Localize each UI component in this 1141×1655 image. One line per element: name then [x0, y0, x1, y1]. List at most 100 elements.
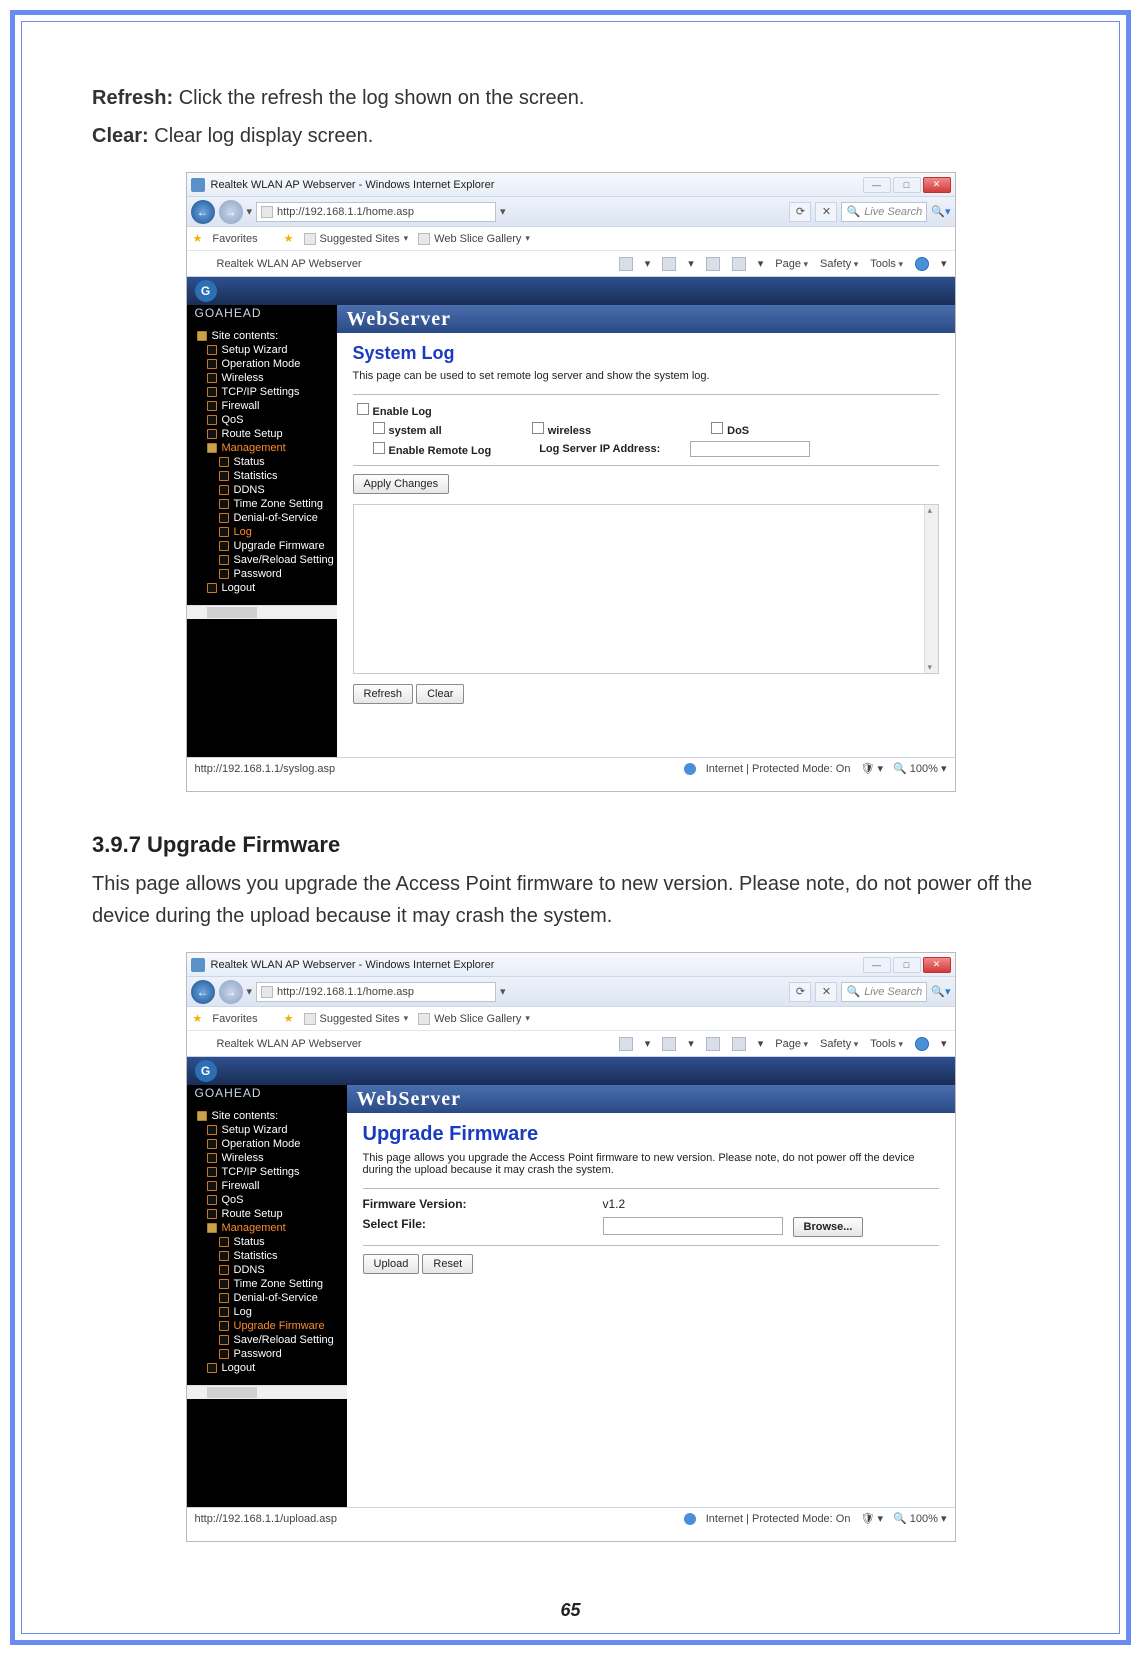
sidebar-item-firewall[interactable]: Firewall: [193, 1179, 347, 1193]
maximize-button[interactable]: □: [893, 177, 921, 193]
sidebar-item-status[interactable]: Status: [193, 455, 337, 469]
nav-dropdown-icon[interactable]: ▾: [247, 985, 253, 998]
sidebar-item-management[interactable]: Management: [193, 441, 337, 455]
zoom-control[interactable]: 🔍 100% ▾: [893, 762, 946, 775]
web-slice-link[interactable]: Web Slice Gallery: [418, 233, 530, 245]
sidebar-item-dos[interactable]: Denial-of-Service: [193, 511, 337, 525]
search-go-icon[interactable]: 🔍▾: [931, 985, 950, 998]
address-bar[interactable]: http://192.168.1.1/home.asp: [256, 202, 496, 222]
feeds-icon[interactable]: [662, 1037, 676, 1051]
sidebar-item-qos[interactable]: QoS: [193, 413, 337, 427]
dos-checkbox[interactable]: [711, 422, 723, 434]
sidebar-item-password[interactable]: Password: [193, 1347, 347, 1361]
system-all-checkbox[interactable]: [373, 422, 385, 434]
sidebar-item-timezone[interactable]: Time Zone Setting: [193, 497, 337, 511]
sidebar-scrollbar[interactable]: [187, 1385, 347, 1399]
addr-dropdown-icon[interactable]: ▾: [500, 205, 506, 218]
reset-button[interactable]: Reset: [422, 1254, 473, 1274]
safety-menu[interactable]: Safety: [820, 258, 858, 270]
clear-button[interactable]: Clear: [416, 684, 464, 704]
sidebar-item-ddns[interactable]: DDNS: [193, 483, 337, 497]
enable-log-checkbox[interactable]: [357, 403, 369, 415]
sidebar-item-save-reload[interactable]: Save/Reload Setting: [193, 553, 337, 567]
apply-changes-button[interactable]: Apply Changes: [353, 474, 450, 494]
home-icon[interactable]: [619, 1037, 633, 1051]
log-server-input[interactable]: [690, 441, 810, 457]
sidebar-item-route-setup[interactable]: Route Setup: [193, 427, 337, 441]
upload-button[interactable]: Upload: [363, 1254, 420, 1274]
sidebar-item-tcpip[interactable]: TCP/IP Settings: [193, 385, 337, 399]
scrollbar[interactable]: [924, 505, 938, 673]
mail-icon[interactable]: [706, 1037, 720, 1051]
sidebar-item-wireless[interactable]: Wireless: [193, 371, 337, 385]
web-slice-link[interactable]: Web Slice Gallery: [418, 1013, 530, 1025]
refresh-icon[interactable]: ⟳: [789, 982, 811, 1002]
search-go-icon[interactable]: 🔍▾: [931, 205, 950, 218]
sidebar-item-wireless[interactable]: Wireless: [193, 1151, 347, 1165]
sidebar-item-password[interactable]: Password: [193, 567, 337, 581]
favorites-label[interactable]: Favorites: [212, 233, 257, 245]
address-bar[interactable]: http://192.168.1.1/home.asp: [256, 982, 496, 1002]
nav-dropdown-icon[interactable]: ▾: [247, 205, 253, 218]
forward-button[interactable]: →: [219, 200, 243, 224]
home-icon[interactable]: [619, 257, 633, 271]
sidebar-item-log[interactable]: Log: [193, 1305, 347, 1319]
sidebar-item-logout[interactable]: Logout: [193, 1361, 347, 1375]
forward-button[interactable]: →: [219, 980, 243, 1004]
sidebar-item-tcpip[interactable]: TCP/IP Settings: [193, 1165, 347, 1179]
stop-icon[interactable]: ✕: [815, 202, 837, 222]
back-button[interactable]: ←: [191, 980, 215, 1004]
page-menu[interactable]: Page: [775, 1038, 808, 1050]
sidebar-item-dos[interactable]: Denial-of-Service: [193, 1291, 347, 1305]
tab-title[interactable]: Realtek WLAN AP Webserver: [217, 258, 362, 270]
print-icon[interactable]: [732, 1037, 746, 1051]
sidebar-item-qos[interactable]: QoS: [193, 1193, 347, 1207]
sidebar-item-route-setup[interactable]: Route Setup: [193, 1207, 347, 1221]
page-menu[interactable]: Page: [775, 258, 808, 270]
sidebar-item-logout[interactable]: Logout: [193, 581, 337, 595]
minimize-button[interactable]: —: [863, 957, 891, 973]
enable-remote-checkbox[interactable]: [373, 442, 385, 454]
search-input[interactable]: 🔍 Live Search: [841, 982, 927, 1002]
search-input[interactable]: 🔍 Live Search: [841, 202, 927, 222]
print-icon[interactable]: [732, 257, 746, 271]
sidebar-item-operation-mode[interactable]: Operation Mode: [193, 357, 337, 371]
suggested-sites-link[interactable]: Suggested Sites: [304, 1013, 409, 1025]
protected-mode-icon[interactable]: 🛡 ▾: [860, 1512, 883, 1525]
sidebar-item-management[interactable]: Management: [193, 1221, 347, 1235]
suggested-sites-link[interactable]: Suggested Sites: [304, 233, 409, 245]
sidebar-item-ddns[interactable]: DDNS: [193, 1263, 347, 1277]
file-input[interactable]: [603, 1217, 783, 1235]
tools-menu[interactable]: Tools: [870, 1038, 903, 1050]
sidebar-item-upgrade[interactable]: Upgrade Firmware: [193, 539, 337, 553]
sidebar-item-setup-wizard[interactable]: Setup Wizard: [193, 1123, 347, 1137]
addr-dropdown-icon[interactable]: ▾: [500, 985, 506, 998]
back-button[interactable]: ←: [191, 200, 215, 224]
browse-button[interactable]: Browse...: [793, 1217, 864, 1237]
help-icon[interactable]: [915, 1037, 929, 1051]
log-textarea[interactable]: [353, 504, 939, 674]
help-icon[interactable]: [915, 257, 929, 271]
refresh-button[interactable]: Refresh: [353, 684, 414, 704]
sidebar-item-statistics[interactable]: Statistics: [193, 1249, 347, 1263]
zoom-control[interactable]: 🔍 100% ▾: [893, 1512, 946, 1525]
close-button[interactable]: ✕: [923, 177, 951, 193]
safety-menu[interactable]: Safety: [820, 1038, 858, 1050]
mail-icon[interactable]: [706, 257, 720, 271]
sidebar-item-upgrade[interactable]: Upgrade Firmware: [193, 1319, 347, 1333]
protected-mode-icon[interactable]: 🛡 ▾: [860, 762, 883, 775]
sidebar-item-firewall[interactable]: Firewall: [193, 399, 337, 413]
minimize-button[interactable]: —: [863, 177, 891, 193]
sidebar-item-status[interactable]: Status: [193, 1235, 347, 1249]
sidebar-item-setup-wizard[interactable]: Setup Wizard: [193, 343, 337, 357]
stop-icon[interactable]: ✕: [815, 982, 837, 1002]
sidebar-item-log[interactable]: Log: [193, 525, 337, 539]
sidebar-item-operation-mode[interactable]: Operation Mode: [193, 1137, 347, 1151]
close-button[interactable]: ✕: [923, 957, 951, 973]
maximize-button[interactable]: □: [893, 957, 921, 973]
tab-title[interactable]: Realtek WLAN AP Webserver: [217, 1038, 362, 1050]
sidebar-item-timezone[interactable]: Time Zone Setting: [193, 1277, 347, 1291]
refresh-icon[interactable]: ⟳: [789, 202, 811, 222]
favorites-label[interactable]: Favorites: [212, 1013, 257, 1025]
sidebar-item-save-reload[interactable]: Save/Reload Setting: [193, 1333, 347, 1347]
